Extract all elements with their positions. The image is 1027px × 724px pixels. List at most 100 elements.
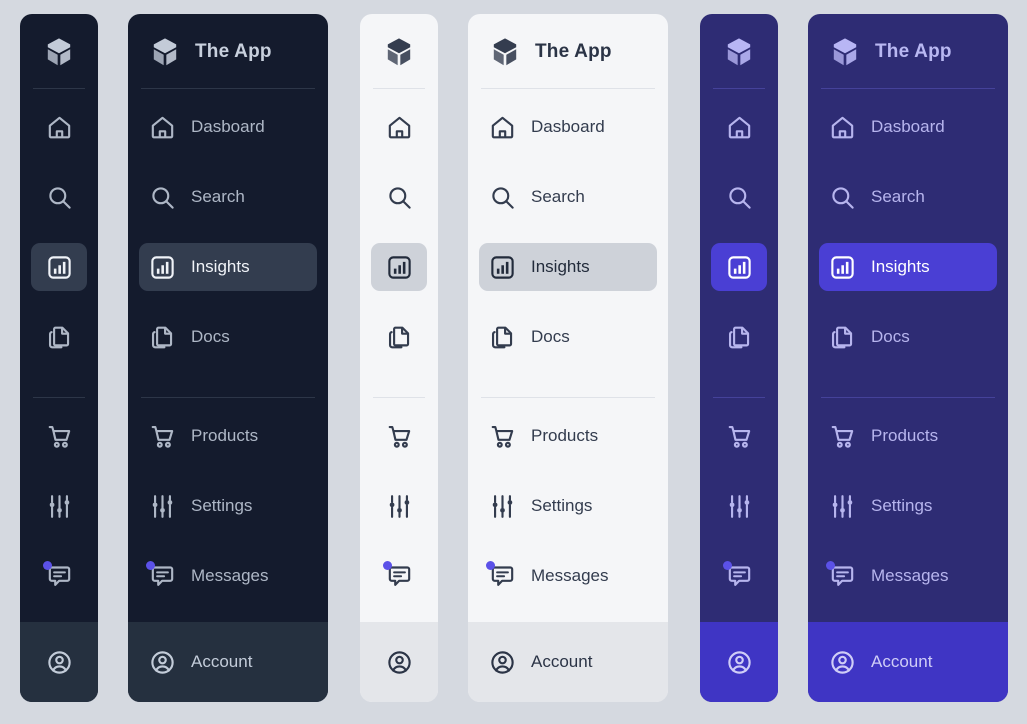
nav-item-label: Messages	[871, 566, 949, 585]
nav-item-docs[interactable]	[371, 313, 427, 361]
nav-divider-top	[33, 88, 85, 89]
bar-chart-icon	[829, 254, 856, 281]
home-icon	[489, 114, 516, 141]
nav-item-dasboard[interactable]	[371, 103, 427, 151]
account-footer[interactable]	[20, 622, 98, 702]
nav-item-label: Products	[531, 426, 599, 445]
nav-item-label: Products	[871, 426, 939, 445]
nav-item-insights[interactable]: Insights	[479, 243, 657, 291]
brand-row[interactable]	[20, 14, 98, 88]
cart-icon	[726, 423, 753, 450]
nav-item-docs[interactable]	[711, 313, 767, 361]
nav-item-dasboard[interactable]: Dasboard	[819, 103, 997, 151]
cube-icon	[383, 36, 415, 68]
nav-item-settings[interactable]	[31, 482, 87, 530]
nav-item-settings[interactable]: Settings	[479, 482, 657, 530]
dark-collapsed-sidebar	[20, 14, 98, 702]
nav-item-dasboard[interactable]	[711, 103, 767, 151]
cart-icon-wrap	[149, 423, 176, 450]
search-icon-wrap	[829, 184, 856, 211]
nav-item-products[interactable]	[711, 412, 767, 460]
nav-item-label: Search	[871, 187, 925, 206]
nav-item-docs[interactable]: Docs	[819, 313, 997, 361]
brand-row[interactable]: The App	[128, 14, 328, 88]
account-footer[interactable]: Account	[808, 622, 1008, 702]
nav-item-settings[interactable]: Settings	[819, 482, 997, 530]
light-collapsed-sidebar	[360, 14, 438, 702]
indigo-collapsed-sidebar	[700, 14, 778, 702]
nav-item-search[interactable]: Search	[479, 173, 657, 221]
bar-chart-icon-wrap	[726, 254, 753, 281]
nav-item-insights[interactable]	[31, 243, 87, 291]
nav-item-settings[interactable]	[711, 482, 767, 530]
nav-item-dasboard[interactable]: Dasboard	[139, 103, 317, 151]
nav-item-search[interactable]	[371, 173, 427, 221]
nav-item-products[interactable]	[31, 412, 87, 460]
app-title: The App	[195, 41, 272, 62]
nav-item-label: Search	[531, 187, 585, 206]
search-icon	[46, 184, 73, 211]
sliders-icon-wrap	[386, 493, 413, 520]
nav-item-products[interactable]: Products	[479, 412, 657, 460]
nav-item-search[interactable]: Search	[819, 173, 997, 221]
brand-row[interactable]: The App	[808, 14, 1008, 88]
cart-icon	[489, 423, 516, 450]
account-footer[interactable]: Account	[468, 622, 668, 702]
nav-item-messages[interactable]	[371, 552, 427, 600]
home-icon	[726, 114, 753, 141]
nav-item-label: Products	[191, 426, 259, 445]
nav-item-docs[interactable]	[31, 313, 87, 361]
brand-row[interactable]	[700, 14, 778, 88]
nav-item-docs[interactable]: Docs	[139, 313, 317, 361]
sliders-icon-wrap	[726, 493, 753, 520]
nav-item-settings[interactable]	[371, 482, 427, 530]
nav-item-products[interactable]	[371, 412, 427, 460]
nav-divider-top	[373, 88, 425, 89]
nav-item-dasboard[interactable]: Dasboard	[479, 103, 657, 151]
nav-item-messages[interactable]: Messages	[819, 552, 997, 600]
nav-item-insights[interactable]	[371, 243, 427, 291]
home-icon-wrap	[829, 114, 856, 141]
home-icon	[149, 114, 176, 141]
nav-item-messages[interactable]	[711, 552, 767, 600]
app-title: The App	[875, 41, 952, 62]
nav-list: Dasboard Search Insights Docs Products Settin…	[128, 88, 328, 622]
nav-divider-top	[141, 88, 315, 89]
cart-icon-wrap	[726, 423, 753, 450]
unread-badge	[826, 560, 835, 570]
nav-item-search[interactable]	[31, 173, 87, 221]
nav-item-insights[interactable]: Insights	[139, 243, 317, 291]
nav-item-messages[interactable]: Messages	[139, 552, 317, 600]
nav-item-search[interactable]: Search	[139, 173, 317, 221]
copy-icon	[149, 324, 176, 351]
copy-icon-wrap	[489, 324, 516, 351]
nav-item-messages[interactable]: Messages	[479, 552, 657, 600]
unread-badge	[486, 560, 495, 570]
nav-list: Dasboard Search Insights Docs Products Settin…	[468, 88, 668, 622]
unread-badge	[722, 560, 732, 570]
account-footer[interactable]: Account	[128, 622, 328, 702]
nav-item-insights[interactable]	[711, 243, 767, 291]
nav-item-dasboard[interactable]	[31, 103, 87, 151]
message-icon-wrap	[486, 560, 516, 590]
nav-item-docs[interactable]: Docs	[479, 313, 657, 361]
light-expanded-sidebar: The App Dasboard Search Insights Docs Product…	[468, 14, 668, 702]
sidebar-variants-canvas: The App Dasboard Search Insights Docs Product…	[0, 0, 1027, 724]
nav-item-insights[interactable]: Insights	[819, 243, 997, 291]
nav-item-label: Dasboard	[531, 117, 605, 136]
account-footer[interactable]	[360, 622, 438, 702]
nav-item-messages[interactable]	[31, 552, 87, 600]
brand-row[interactable]	[360, 14, 438, 88]
nav-item-settings[interactable]: Settings	[139, 482, 317, 530]
user-circle-icon	[46, 649, 73, 676]
nav-item-products[interactable]: Products	[139, 412, 317, 460]
sliders-icon	[829, 493, 856, 520]
cart-icon-wrap	[489, 423, 516, 450]
nav-item-products[interactable]: Products	[819, 412, 997, 460]
search-icon-wrap	[489, 184, 516, 211]
nav-item-search[interactable]	[711, 173, 767, 221]
brand-row[interactable]: The App	[468, 14, 668, 88]
nav-divider-mid	[373, 397, 425, 398]
message-icon-wrap	[146, 560, 176, 590]
account-footer[interactable]	[700, 622, 778, 702]
